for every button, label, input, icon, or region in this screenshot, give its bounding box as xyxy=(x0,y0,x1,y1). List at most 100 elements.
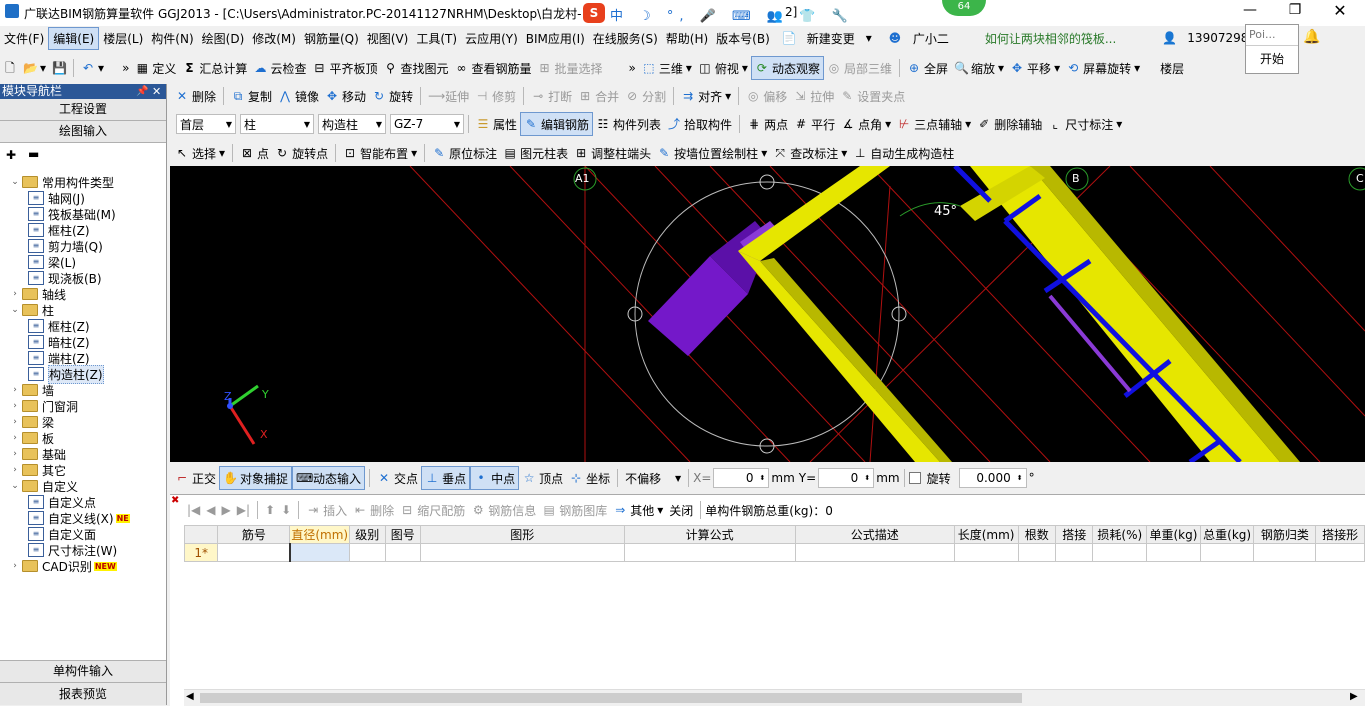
menu-item-8[interactable]: 工具(T) xyxy=(412,28,461,49)
close-button[interactable]: ✕ xyxy=(1330,1,1350,20)
column-header[interactable]: 级别 xyxy=(349,525,386,544)
move-up-button[interactable]: ⬆ xyxy=(262,499,278,521)
split-button[interactable]: ⊘ 分割 xyxy=(622,85,669,107)
menu-item-4[interactable]: 绘图(D) xyxy=(198,28,249,49)
new-file-button[interactable]: 🗋 xyxy=(0,57,20,79)
tree-folder[interactable]: › 其它 xyxy=(10,462,66,478)
expander-icon[interactable]: › xyxy=(10,561,20,571)
close-panel-button[interactable]: 关闭 xyxy=(666,499,696,521)
column-header[interactable]: 搭接形 xyxy=(1315,525,1365,544)
dimension-button[interactable]: ⌞ 尺寸标注 ▾ xyxy=(1045,113,1125,135)
rotate-screen-button[interactable]: ⟲ 屏幕旋转 ▾ xyxy=(1063,57,1143,79)
menu-item-11[interactable]: 在线服务(S) xyxy=(589,28,662,49)
assistant-button[interactable]: ☻ 广小二 xyxy=(880,27,957,49)
ortho-toggle[interactable]: ⌐ 正交 xyxy=(172,467,219,489)
pick-button[interactable]: ⤴ 拾取构件 xyxy=(664,113,735,135)
scale-button[interactable]: ⊟ 缩尺配筋 xyxy=(397,499,468,521)
offset-button[interactable]: ◎ 偏移 xyxy=(743,85,790,107)
scroll-right-arrow[interactable]: ▶ xyxy=(1350,691,1358,702)
expander-icon[interactable]: ⌄ xyxy=(10,305,20,315)
modify-label-button[interactable]: ⤧ 查改标注 ▾ xyxy=(770,142,850,164)
column-header[interactable]: 公式描述 xyxy=(794,525,955,544)
column-header[interactable]: 筋号 xyxy=(217,525,291,544)
type-select[interactable]: 构造柱 ▼ xyxy=(318,114,386,134)
point-angle-button[interactable]: ∡ 点角 ▾ xyxy=(838,113,894,135)
three-d-button[interactable]: ⬚ 三维 ▾ xyxy=(639,57,695,79)
align-button[interactable]: ⇉ 对齐 ▾ xyxy=(678,85,734,107)
dynamic-view-button[interactable]: ⟳ 动态观察 xyxy=(750,56,824,80)
bell-icon[interactable]: 🔔 xyxy=(1303,29,1320,45)
full-screen-button[interactable]: ⊕ 全屏 xyxy=(904,57,951,79)
smart-layout-button[interactable]: ⊡ 智能布置 ▾ xyxy=(340,142,420,164)
local-3d-button[interactable]: ◎ 局部三维 xyxy=(824,57,895,79)
copy-button[interactable]: ⧉ 复制 xyxy=(228,85,275,107)
rotate-button[interactable]: ↻ 旋转 xyxy=(369,85,416,107)
floor-button[interactable]: 楼层 xyxy=(1157,57,1187,79)
tree-folder[interactable]: › 门窗洞 xyxy=(10,398,78,414)
save-button[interactable]: 💾 xyxy=(49,57,69,79)
column-header[interactable]: 图形 xyxy=(419,525,625,544)
tree-item[interactable]: ≡ 自定义线(X) NE xyxy=(28,510,130,526)
category-select[interactable]: 柱 ▼ xyxy=(240,114,314,134)
column-header[interactable]: 单重(kg) xyxy=(1146,525,1201,544)
three-point-axis-button[interactable]: ⊬ 三点辅轴 ▾ xyxy=(894,113,974,135)
view-steel-button[interactable]: ∞ 查看钢筋量 xyxy=(451,57,534,79)
collapse-all-icon[interactable]: ▬ xyxy=(28,147,39,161)
move-button[interactable]: ✥ 移动 xyxy=(322,85,369,107)
table-cell[interactable] xyxy=(1092,543,1148,562)
expander-icon[interactable]: › xyxy=(10,465,20,475)
menu-item-1[interactable]: 编辑(E) xyxy=(48,26,100,50)
expander-icon[interactable]: › xyxy=(10,289,20,299)
trim-button[interactable]: ⊣ 修剪 xyxy=(472,85,519,107)
coord-toggle[interactable]: ⊹ 坐标 xyxy=(566,467,613,489)
expand-all-icon[interactable]: ✚ xyxy=(6,148,16,162)
insert-row-button[interactable]: ⇥ 插入 xyxy=(303,499,350,521)
library-button[interactable]: ▤ 钢筋图库 xyxy=(539,499,610,521)
draw-by-wall-button[interactable]: ✎ 按墙位置绘制柱 ▾ xyxy=(654,142,770,164)
rotate-point-button[interactable]: ↻ 旋转点 xyxy=(272,142,331,164)
tree-folder[interactable]: › 墙 xyxy=(10,382,54,398)
question-link[interactable]: 如何让两块相邻的筏板... xyxy=(977,27,1124,49)
column-header[interactable]: 钢筋归类 xyxy=(1253,525,1317,544)
sum-button[interactable]: Σ 汇总计算 xyxy=(179,57,250,79)
menu-item-13[interactable]: 版本号(B) xyxy=(712,28,774,49)
project-setup-button[interactable]: 工程设置 xyxy=(0,99,166,121)
menu-item-12[interactable]: 帮助(H) xyxy=(662,28,712,49)
info-button[interactable]: ⚙ 钢筋信息 xyxy=(468,499,539,521)
menu-item-9[interactable]: 云应用(Y) xyxy=(461,28,522,49)
expander-icon[interactable]: ⌄ xyxy=(10,177,20,187)
menu-item-5[interactable]: 修改(M) xyxy=(248,28,300,49)
maximize-button[interactable]: ❐ xyxy=(1285,2,1305,18)
table-cell[interactable] xyxy=(384,543,421,562)
ime-logo-icon[interactable]: S xyxy=(583,3,605,23)
break-button[interactable]: ⊸ 打断 xyxy=(528,85,575,107)
table-cell[interactable] xyxy=(623,543,796,562)
expander-icon[interactable]: › xyxy=(10,417,20,427)
midpoint-toggle[interactable]: • 中点 xyxy=(470,466,520,490)
expander-icon[interactable]: › xyxy=(10,401,20,411)
table-cell[interactable] xyxy=(1253,543,1317,562)
tree-item[interactable]: ≡ 筏板基础(M) xyxy=(28,206,116,222)
table-cell[interactable] xyxy=(1054,543,1094,562)
tree-item[interactable]: ≡ 剪力墙(Q) xyxy=(28,238,103,254)
horizontal-scrollbar[interactable]: ◀ ▶ xyxy=(184,689,1365,706)
define-button[interactable]: ▦ 定义 xyxy=(132,57,179,79)
menu-item-0[interactable]: 文件(F) xyxy=(0,28,48,49)
two-point-button[interactable]: ⋕ 两点 xyxy=(744,113,791,135)
drawing-input-button[interactable]: 绘图输入 xyxy=(0,121,166,143)
cloud-check-button[interactable]: ☁ 云检查 xyxy=(250,57,309,79)
tree-item[interactable]: ≡ 梁(L) xyxy=(28,254,76,270)
nav-close-icon[interactable]: ✕ xyxy=(152,84,161,99)
set-grip-button[interactable]: ✎ 设置夹点 xyxy=(837,85,908,107)
tree-item[interactable]: ≡ 框柱(Z) xyxy=(28,318,90,334)
tree-item[interactable]: ≡ 构造柱(Z) xyxy=(28,364,104,384)
first-record-button[interactable]: |◀ xyxy=(184,499,203,521)
tree-folder[interactable]: › 轴线 xyxy=(10,286,66,302)
auto-gen-button[interactable]: ⊥ 自动生成构造柱 xyxy=(850,142,957,164)
new-change-button[interactable]: 📄 新建变更 ▾ xyxy=(774,27,880,49)
table-cell[interactable] xyxy=(419,543,625,562)
column-header[interactable]: 直径(mm) xyxy=(289,525,351,544)
tree-item[interactable]: ≡ 暗柱(Z) xyxy=(28,334,90,350)
tree-item[interactable]: ≡ 现浇板(B) xyxy=(28,270,102,286)
last-record-button[interactable]: ▶| xyxy=(234,499,253,521)
